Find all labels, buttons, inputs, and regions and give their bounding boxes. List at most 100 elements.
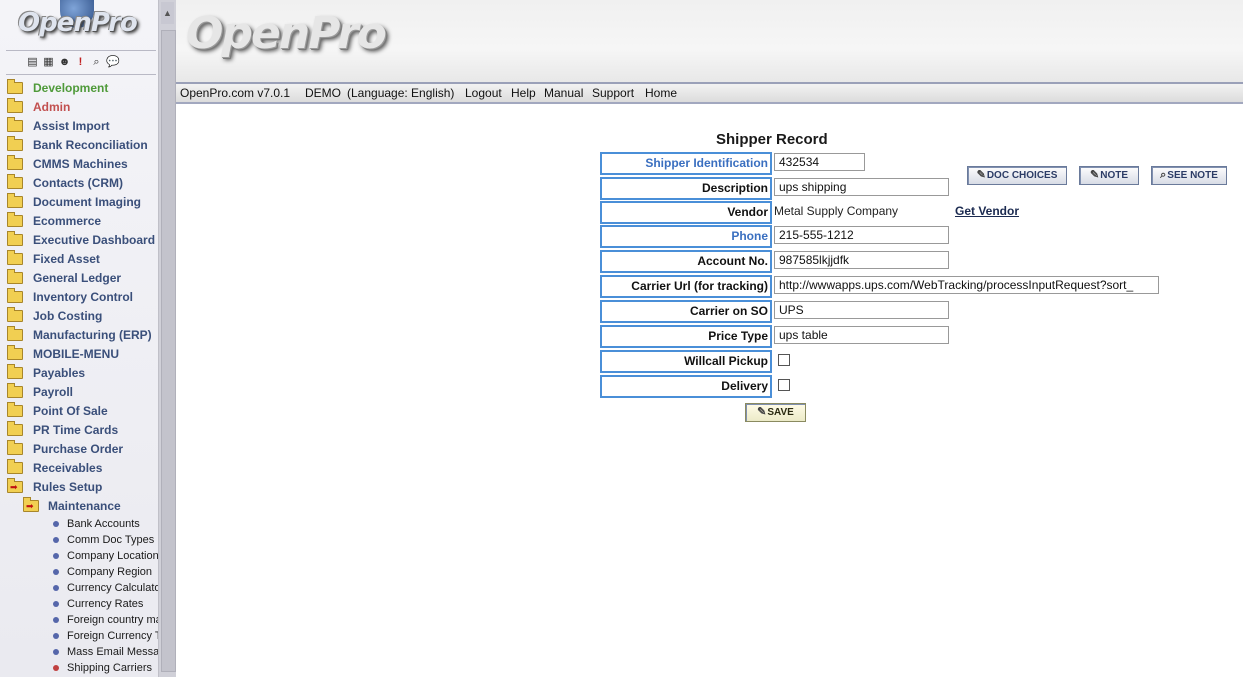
sidebar-logo-text: OpenPro [18,8,138,38]
sidebar-item-admin[interactable]: Admin [0,98,158,117]
language-link[interactable]: (Language: English) [347,86,454,100]
sidebar-item-contacts[interactable]: Contacts (CRM) [0,174,158,193]
folder-icon [7,345,23,360]
active-bullet-icon [53,665,59,671]
shipper-id-input[interactable] [774,153,865,171]
sidebar-leaf-company-locations[interactable]: Company Locations [0,548,158,564]
folder-icon [7,136,23,151]
carrier-so-input[interactable] [774,301,949,319]
sidebar-item-receivables[interactable]: Receivables [0,459,158,478]
willcall-checkbox[interactable] [778,354,790,366]
scrollbar-thumb[interactable] [161,30,176,672]
vendor-label: Vendor [600,201,772,224]
bullet-icon [53,569,59,575]
sidebar-item-ecommerce[interactable]: Ecommerce [0,212,158,231]
sidebar-item-cmms-machines[interactable]: CMMS Machines [0,155,158,174]
save-icon: ✎ [757,406,767,418]
bullet-icon [53,521,59,527]
header-banner: OpenPro [176,0,1243,82]
folder-icon [7,212,23,227]
sidebar-item-purchase-order[interactable]: Purchase Order [0,440,158,459]
sidebar-leaf-comm-doc-types[interactable]: Comm Doc Types [0,532,158,548]
demo-text: DEMO [305,86,341,100]
support-link[interactable]: Support [592,86,634,100]
sidebar-leaf-currency-calculator[interactable]: Currency Calculator [0,580,158,596]
price-type-input[interactable] [774,326,949,344]
folder-icon [7,174,23,189]
bullet-icon [53,553,59,559]
sidebar-item-payroll[interactable]: Payroll [0,383,158,402]
document-icon: ✎ [976,169,986,181]
search-icon[interactable]: ⌕ [90,55,103,69]
delivery-checkbox[interactable] [778,379,790,391]
scroll-up-icon[interactable]: ▲ [161,2,174,24]
bullet-icon [53,537,59,543]
sidebar-item-assist-import[interactable]: Assist Import [0,117,158,136]
folder-icon [7,231,23,246]
books-icon[interactable]: ▤ [26,55,39,69]
sidebar-item-executive-dashboard[interactable]: Executive Dashboard [0,231,158,250]
save-button[interactable]: ✎SAVE [745,403,806,422]
chat-icon[interactable]: 💬 [106,55,120,69]
phone-label: Phone [600,225,772,248]
carrier-url-label: Carrier Url (for tracking) [600,275,772,298]
vendor-value: Metal Supply Company [774,204,899,218]
account-label: Account No. [600,250,772,273]
sidebar-logo[interactable]: OpenPro [10,0,150,46]
magnifier-icon: ⌕ [1160,169,1167,181]
sidebar-scrollbar[interactable]: ▲ [158,0,176,677]
note-button[interactable]: ✎NOTE [1079,166,1139,185]
help-link[interactable]: Help [511,86,536,100]
sidebar-item-maintenance[interactable]: Maintenance [0,497,158,516]
users-icon[interactable]: ☻ [58,55,71,69]
sidebar-item-development[interactable]: Development [0,79,158,98]
manual-link[interactable]: Manual [544,86,583,100]
account-input[interactable] [774,251,949,269]
see-note-button[interactable]: ⌕SEE NOTE [1151,166,1227,185]
sidebar-leaf-foreign-country[interactable]: Foreign country ma [0,612,158,628]
home-link[interactable]: Home [645,86,677,100]
sidebar-item-inventory-control[interactable]: Inventory Control [0,288,158,307]
doc-choices-button[interactable]: ✎DOC CHOICES [967,166,1067,185]
open-folder-icon [7,478,23,497]
folder-icon [7,269,23,284]
sidebar-leaf-currency-rates[interactable]: Currency Rates [0,596,158,612]
sidebar-leaf-company-region[interactable]: Company Region [0,564,158,580]
header-logo: OpenPro [186,8,387,59]
folder-icon [7,193,23,208]
sidebar-menu: Development Admin Assist Import Bank Rec… [0,79,158,676]
sidebar-item-payables[interactable]: Payables [0,364,158,383]
folder-icon [7,117,23,132]
folder-icon [7,383,23,398]
logout-link[interactable]: Logout [465,86,502,100]
folder-icon [7,440,23,455]
sidebar-item-fixed-asset[interactable]: Fixed Asset [0,250,158,269]
description-input[interactable] [774,178,949,196]
sidebar-item-document-imaging[interactable]: Document Imaging [0,193,158,212]
exclamation-icon[interactable]: ! [74,55,87,69]
sidebar-panel: OpenPro ▤ ▦ ☻ ! ⌕ 💬 Development Admin As… [0,0,158,677]
sidebar-toolbar: ▤ ▦ ☻ ! ⌕ 💬 [26,55,119,71]
bullet-icon [53,649,59,655]
folder-icon [7,288,23,303]
sidebar-item-general-ledger[interactable]: General Ledger [0,269,158,288]
folder-icon [7,250,23,265]
phone-input[interactable] [774,226,949,244]
sidebar-item-rules-setup[interactable]: Rules Setup [0,478,158,497]
sidebar-leaf-mass-email[interactable]: Mass Email Messag [0,644,158,660]
carrier-url-input[interactable] [774,276,1159,294]
sidebar-item-bank-reconciliation[interactable]: Bank Reconciliation [0,136,158,155]
sidebar-item-mobile-menu[interactable]: MOBILE-MENU [0,345,158,364]
get-vendor-link[interactable]: Get Vendor [955,204,1019,218]
sidebar-leaf-foreign-currency[interactable]: Foreign Currency T [0,628,158,644]
calculator-icon[interactable]: ▦ [42,55,55,69]
sidebar-divider [6,74,156,75]
sidebar-leaf-shipping-carriers[interactable]: Shipping Carriers [0,660,158,676]
bullet-icon [53,617,59,623]
sidebar-item-point-of-sale[interactable]: Point Of Sale [0,402,158,421]
sidebar-item-manufacturing[interactable]: Manufacturing (ERP) [0,326,158,345]
sidebar-item-job-costing[interactable]: Job Costing [0,307,158,326]
sidebar-item-pr-time-cards[interactable]: PR Time Cards [0,421,158,440]
shipper-id-label: Shipper Identification [600,152,772,175]
sidebar-leaf-bank-accounts[interactable]: Bank Accounts [0,516,158,532]
